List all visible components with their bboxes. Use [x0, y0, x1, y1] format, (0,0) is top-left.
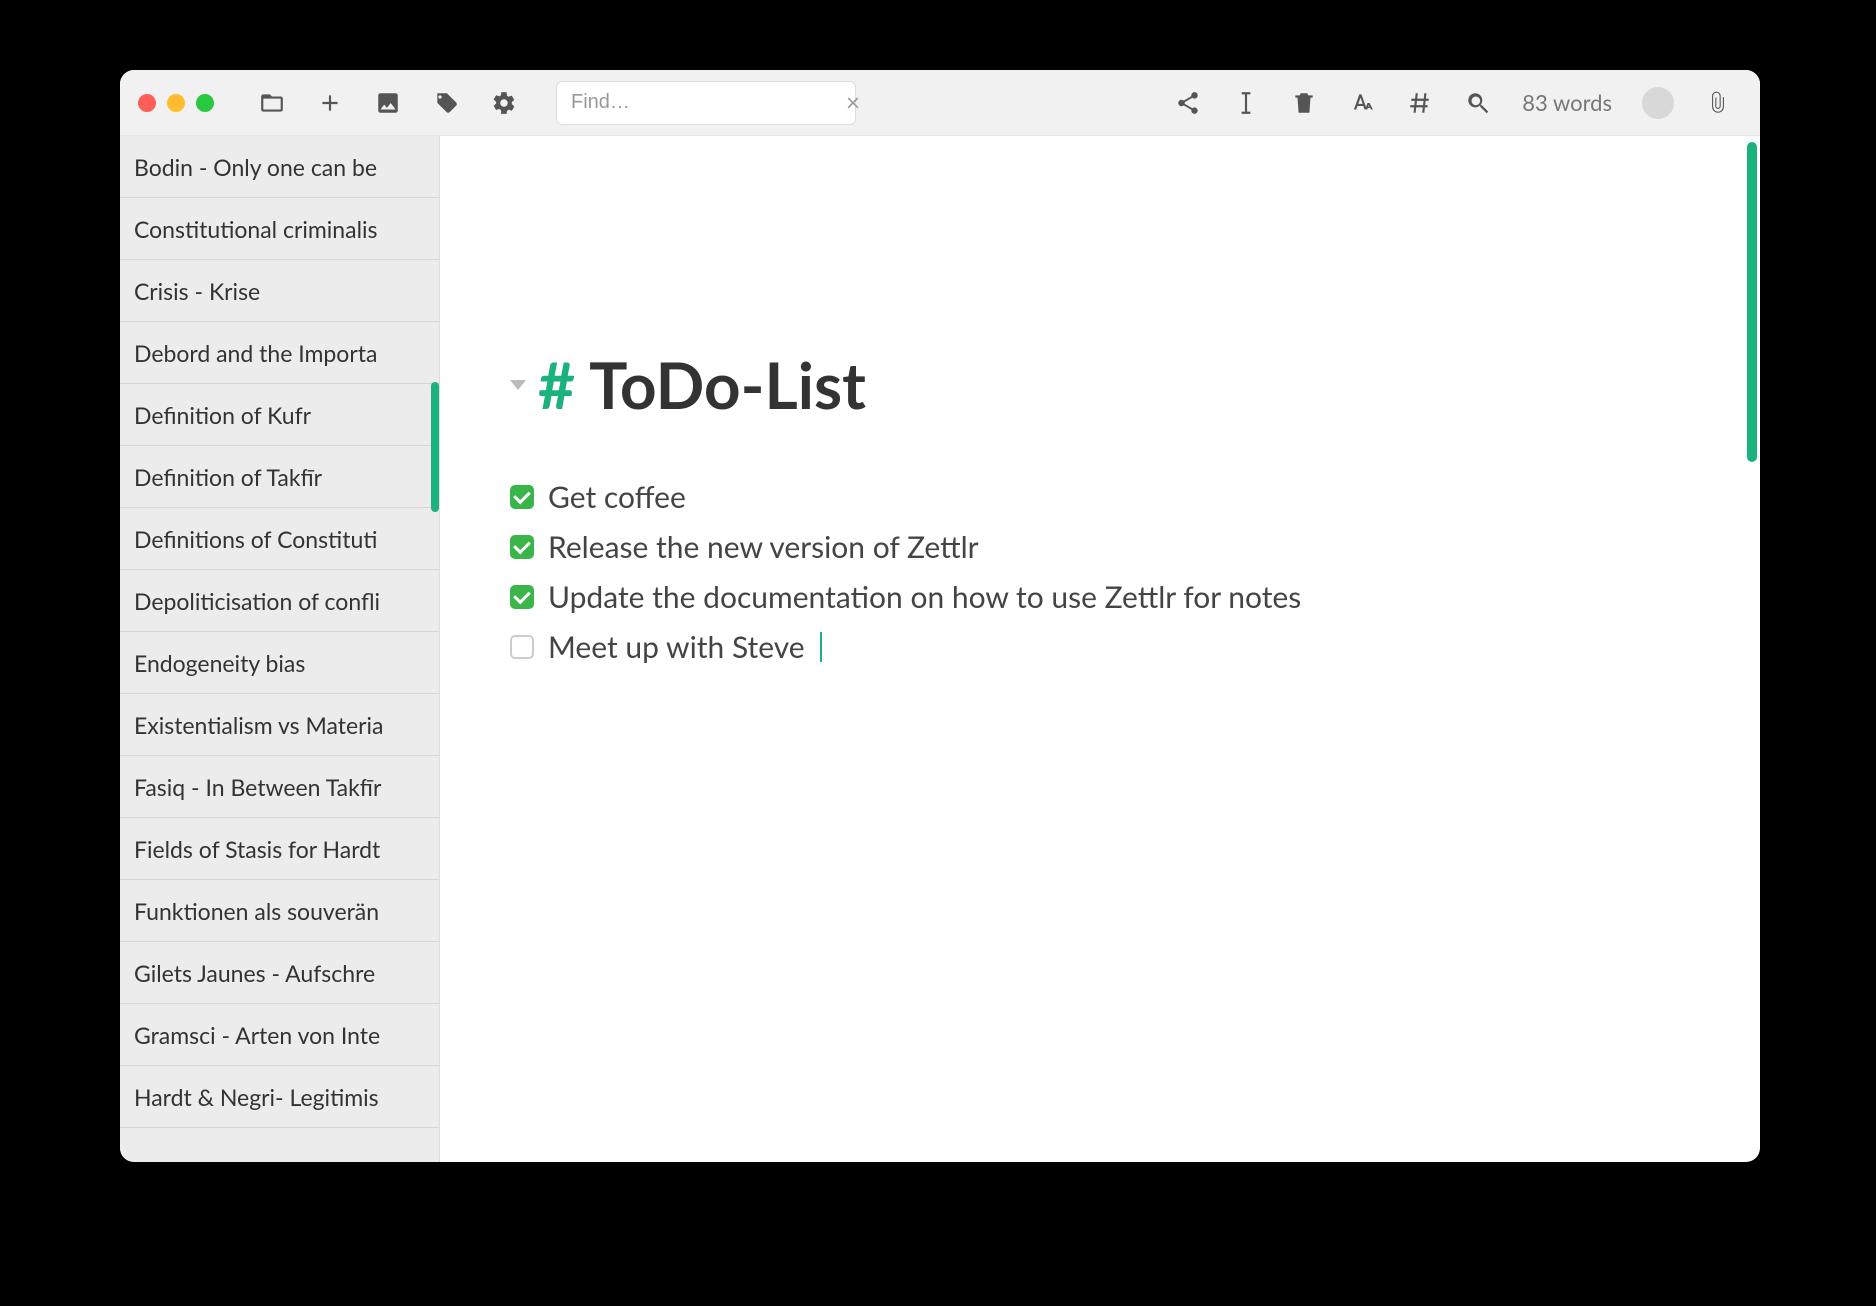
find-box[interactable]: ×	[556, 81, 856, 125]
hashtag-icon	[1407, 90, 1433, 116]
file-list: Bodin - Only one can beConstitutional cr…	[120, 136, 440, 1162]
sidebar-item[interactable]: Existentialism vs Materia	[120, 694, 439, 756]
open-folder-button[interactable]	[248, 79, 296, 127]
sidebar-item[interactable]: Definitions of Constituti	[120, 508, 439, 570]
share-button[interactable]	[1164, 79, 1212, 127]
find-input[interactable]	[571, 91, 836, 114]
window-controls	[138, 94, 214, 112]
font-icon	[1349, 90, 1375, 116]
checkbox-unchecked-icon[interactable]	[510, 635, 534, 659]
body: Bodin - Only one can beConstitutional cr…	[120, 136, 1760, 1162]
sidebar-item[interactable]: Fields of Stasis for Hardt	[120, 818, 439, 880]
heading-hash: #	[538, 346, 575, 423]
attach-button[interactable]	[1694, 79, 1742, 127]
search-button[interactable]	[1454, 79, 1502, 127]
editor-scroll-indicator[interactable]	[1747, 142, 1757, 462]
folder-open-icon	[259, 90, 285, 116]
toolbar: × 83 words	[120, 70, 1760, 136]
app-window: × 83 words Bodin - Only one can beConsti	[120, 70, 1760, 1162]
settings-button[interactable]	[480, 79, 528, 127]
sidebar-item[interactable]: Constitutional criminalis	[120, 198, 439, 260]
clear-find-button[interactable]: ×	[836, 88, 860, 117]
task-text[interactable]: Update the documentation on how to use Z…	[548, 579, 1301, 615]
minimize-window-button[interactable]	[167, 94, 185, 112]
sidebar-item[interactable]: Bodin - Only one can be	[120, 136, 439, 198]
add-button[interactable]	[306, 79, 354, 127]
close-window-button[interactable]	[138, 94, 156, 112]
task-text[interactable]: Release the new version of Zettlr	[548, 529, 979, 565]
editor[interactable]: # ToDo-List Get coffee Release the new ve…	[440, 136, 1760, 1162]
text-cursor-button[interactable]	[1222, 79, 1270, 127]
gear-icon	[491, 90, 517, 116]
text-cursor-icon	[1233, 90, 1259, 116]
tags-button[interactable]	[422, 79, 470, 127]
delete-button[interactable]	[1280, 79, 1328, 127]
sidebar-item[interactable]: Fasiq - In Between Takfīr	[120, 756, 439, 818]
task-item: Update the documentation on how to use Z…	[510, 579, 1690, 615]
hashtag-button[interactable]	[1396, 79, 1444, 127]
sidebar-item[interactable]: Debord and the Importa	[120, 322, 439, 384]
sidebar-item[interactable]: Definition of Takfīr	[120, 446, 439, 508]
paperclip-icon	[1705, 90, 1731, 116]
sidebar-item[interactable]: Gramsci - Arten von Inte	[120, 1004, 439, 1066]
sidebar-item[interactable]: Gilets Jaunes - Aufschre	[120, 942, 439, 1004]
image-button[interactable]	[364, 79, 412, 127]
avatar[interactable]	[1642, 87, 1674, 119]
sidebar-item[interactable]: Funktionen als souverän	[120, 880, 439, 942]
sidebar-item[interactable]: Definition of Kufr	[120, 384, 439, 446]
zoom-window-button[interactable]	[196, 94, 214, 112]
sidebar-item[interactable]: Endogeneity bias	[120, 632, 439, 694]
sidebar-item[interactable]: Hardt & Negri- Legitimis	[120, 1066, 439, 1128]
heading-row: # ToDo-List	[510, 346, 1690, 423]
task-item: Meet up with Steve	[510, 629, 1690, 665]
task-item: Get coffee	[510, 479, 1690, 515]
task-text[interactable]: Get coffee	[548, 479, 686, 515]
share-icon	[1175, 90, 1201, 116]
task-text[interactable]: Meet up with Steve	[548, 629, 805, 665]
task-item: Release the new version of Zettlr	[510, 529, 1690, 565]
plus-icon	[317, 90, 343, 116]
image-icon	[375, 90, 401, 116]
text-cursor	[820, 632, 822, 662]
checkbox-checked-icon[interactable]	[510, 585, 534, 609]
document-title: ToDo-List	[589, 346, 866, 423]
sidebar-scroll-indicator[interactable]	[431, 382, 439, 512]
trash-icon	[1291, 90, 1317, 116]
tags-icon	[433, 90, 459, 116]
checkbox-checked-icon[interactable]	[510, 485, 534, 509]
checkbox-checked-icon[interactable]	[510, 535, 534, 559]
word-count: 83 words	[1512, 89, 1622, 116]
font-button[interactable]	[1338, 79, 1386, 127]
sidebar-item[interactable]: Crisis - Krise	[120, 260, 439, 322]
search-icon	[1465, 90, 1491, 116]
sidebar-item[interactable]: Depoliticisation of confli	[120, 570, 439, 632]
fold-caret-icon[interactable]	[510, 380, 526, 390]
